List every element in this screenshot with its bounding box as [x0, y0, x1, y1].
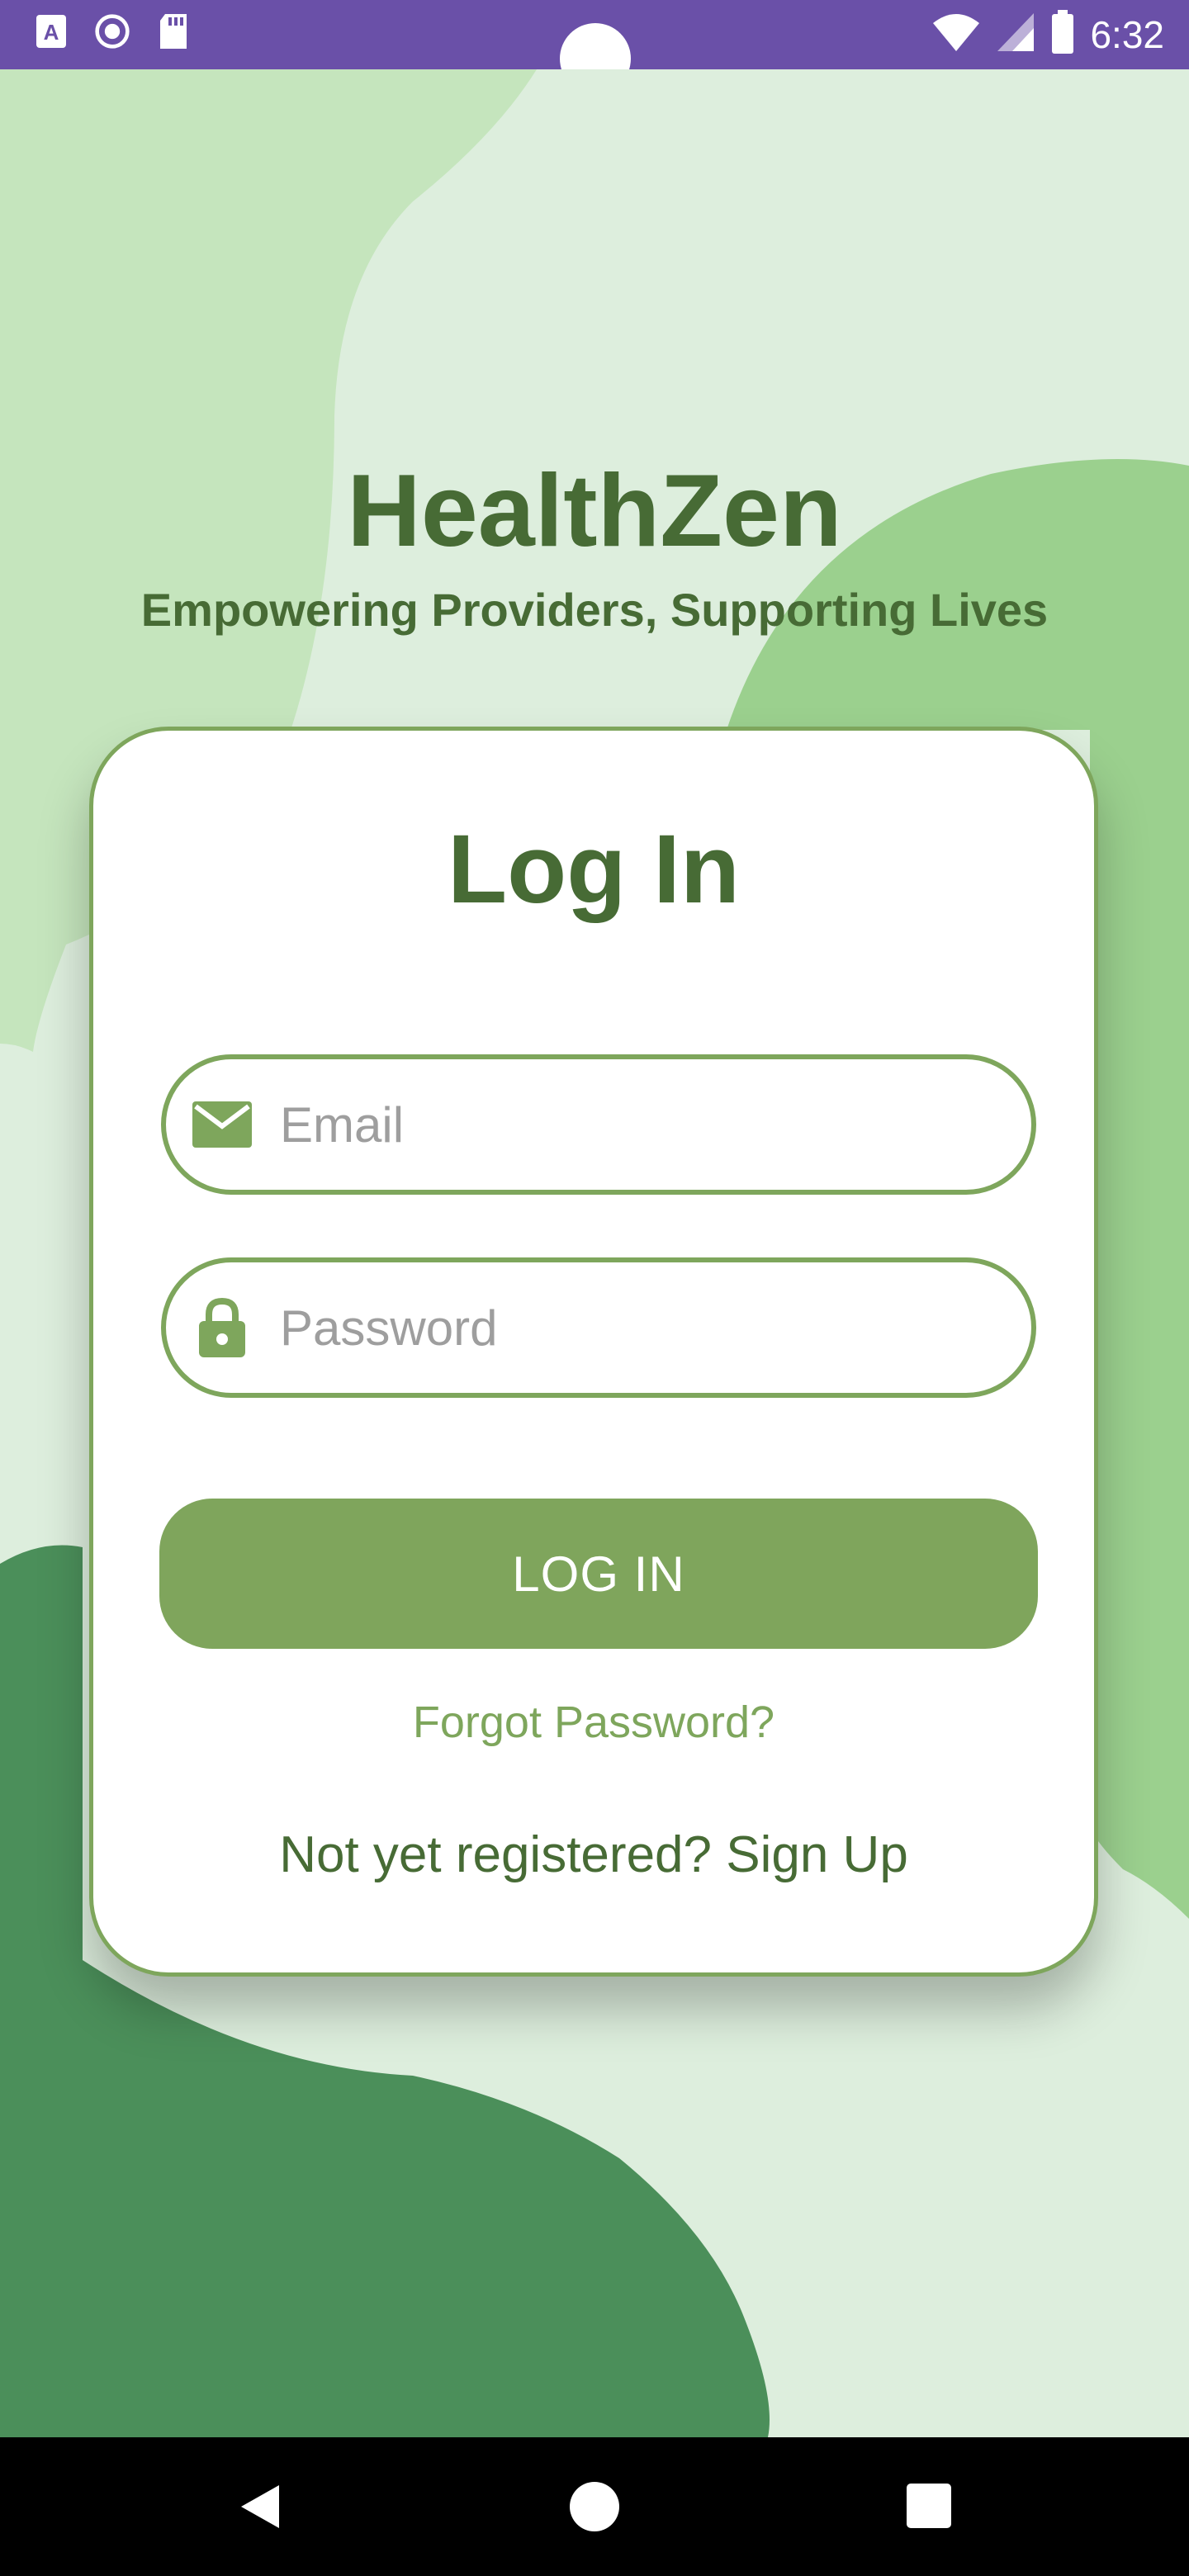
sd-card-icon — [155, 13, 192, 50]
signal-icon — [996, 12, 1035, 57]
status-bar-right: 6:32 — [931, 10, 1164, 59]
app-title: HealthZen — [347, 454, 842, 568]
app-tagline: Empowering Providers, Supporting Lives — [140, 584, 1049, 636]
login-card: Log In LOG IN Forgot Password? Not yet r… — [89, 727, 1098, 1977]
forgot-password-link[interactable]: Forgot Password? — [93, 1697, 1094, 1748]
password-input[interactable] — [278, 1298, 1008, 1357]
sign-up-link[interactable]: Not yet registered? Sign Up — [93, 1825, 1094, 1884]
record-icon — [94, 13, 130, 50]
status-bar: A 6:32 — [0, 0, 1189, 94]
email-input[interactable] — [278, 1095, 1008, 1154]
password-field[interactable] — [161, 1257, 1036, 1398]
svg-text:A: A — [44, 20, 59, 45]
email-field[interactable] — [161, 1054, 1036, 1195]
battery-icon — [1050, 10, 1075, 59]
a-keyboard-icon: A — [33, 13, 69, 50]
home-icon[interactable] — [570, 2482, 619, 2531]
wifi-icon — [931, 12, 981, 57]
login-button[interactable]: LOG IN — [159, 1499, 1038, 1649]
status-bar-left-icons: A — [33, 13, 192, 50]
lock-icon — [191, 1296, 253, 1359]
navigation-bar — [0, 2437, 1189, 2576]
back-icon[interactable] — [236, 2482, 282, 2536]
recents-icon[interactable] — [907, 2484, 951, 2528]
login-heading: Log In — [448, 815, 740, 924]
clock: 6:32 — [1090, 12, 1164, 56]
mail-icon — [191, 1093, 253, 1156]
